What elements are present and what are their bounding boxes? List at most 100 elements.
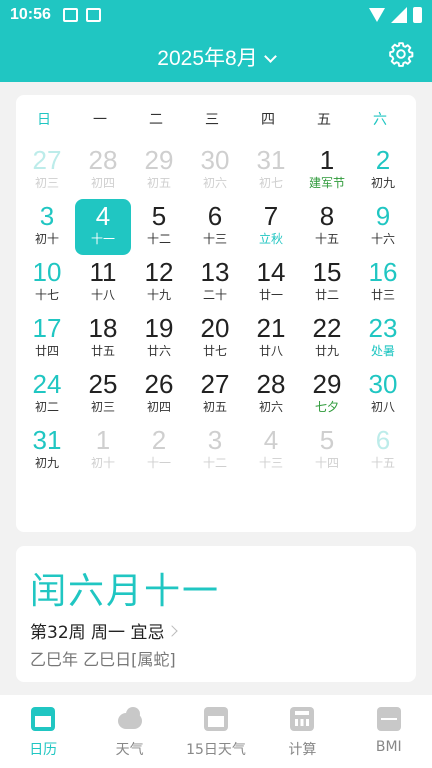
day-number: 13 <box>200 257 230 287</box>
day-number: 21 <box>256 313 286 343</box>
lunar-day: 十七 <box>34 288 59 302</box>
calendar-day[interactable]: 26 初四 <box>131 367 187 423</box>
calendar-day[interactable]: 6 十三 <box>187 199 243 255</box>
calendar-day[interactable]: 2 十一 <box>131 423 187 479</box>
day-number: 30 <box>368 369 398 399</box>
calendar-day[interactable]: 27 初三 <box>19 143 75 199</box>
lunar-day: 初三 <box>90 400 115 414</box>
calendar-day[interactable]: 4 十三 <box>243 423 299 479</box>
lunar-day: 初六 <box>258 400 283 414</box>
calendar-day[interactable]: 7 立秋 <box>243 199 299 255</box>
calendar-day[interactable]: 8 十五 <box>299 199 355 255</box>
day-number: 11 <box>89 257 117 287</box>
calendar-day[interactable]: 20 廿七 <box>187 311 243 367</box>
battery-icon <box>413 7 422 23</box>
lunar-day: 十五 <box>370 456 395 470</box>
day-number: 9 <box>375 201 391 231</box>
calendar-day[interactable]: 28 初六 <box>243 367 299 423</box>
bmi-icon <box>376 707 401 731</box>
day-number: 1 <box>319 145 335 175</box>
weekday-label: 四 <box>261 112 275 128</box>
calendar-day[interactable]: 5 十二 <box>131 199 187 255</box>
lunar-day: 十三 <box>202 232 227 246</box>
lunar-day: 初九 <box>370 176 395 190</box>
calendar-day[interactable]: 14 廿一 <box>243 255 299 311</box>
month-selector[interactable]: 2025年8月 <box>0 42 432 72</box>
lunar-day: 初二 <box>34 400 59 414</box>
lunar-day: 十六 <box>370 232 395 246</box>
lunar-day: 廿七 <box>202 344 227 358</box>
day-number: 31 <box>32 425 62 455</box>
calendar-day[interactable]: 1 建军节 <box>299 143 355 199</box>
lunar-day: 十四 <box>314 456 339 470</box>
day-number: 1 <box>95 425 111 455</box>
day-number: 31 <box>256 145 286 175</box>
day-number: 30 <box>200 145 230 175</box>
day-number: 5 <box>319 425 335 455</box>
calendar-day[interactable]: 25 初三 <box>75 367 131 423</box>
calendar-day[interactable]: 1 初十 <box>75 423 131 479</box>
calendar-day[interactable]: 11 十八 <box>75 255 131 311</box>
calendar-day[interactable]: 12 十九 <box>131 255 187 311</box>
calendar-day[interactable]: 2 初九 <box>355 143 411 199</box>
weekday-label: 二 <box>149 112 163 128</box>
calendar-day[interactable]: 9 十六 <box>355 199 411 255</box>
wifi-icon <box>369 8 385 22</box>
calendar-day[interactable]: 21 廿八 <box>243 311 299 367</box>
weekday-label: 一 <box>93 112 107 128</box>
notification-icons <box>62 8 101 22</box>
lunar-info-card[interactable]: 闰六月十一 第32周 周一 宜忌 乙巳年 乙巳日[属蛇] <box>16 546 416 682</box>
day-number: 16 <box>368 257 398 287</box>
day-number: 20 <box>200 313 230 343</box>
signal-icon <box>391 7 407 23</box>
lunar-day: 初八 <box>370 400 395 414</box>
lunar-day: 廿四 <box>34 344 59 358</box>
calendar-day[interactable]: 17 廿四 <box>19 311 75 367</box>
lunar-day: 廿二 <box>314 288 339 302</box>
nav-item-15day-weather[interactable]: 15日天气 <box>173 695 259 768</box>
calendar-day[interactable]: 31 初九 <box>19 423 75 479</box>
lunar-day: 初四 <box>90 176 115 190</box>
calendar-day[interactable]: 30 初六 <box>187 143 243 199</box>
lunar-day: 十二 <box>202 456 227 470</box>
calendar-day[interactable]: 3 十二 <box>187 423 243 479</box>
day-number: 6 <box>375 425 391 455</box>
calendar-day[interactable]: 19 廿六 <box>131 311 187 367</box>
calendar-day[interactable]: 10 十七 <box>19 255 75 311</box>
lunar-day: 廿三 <box>370 288 395 302</box>
nav-item-calculator[interactable]: 计算 <box>259 695 345 768</box>
nav-label: 15日天气 <box>186 742 246 758</box>
calendar-day[interactable]: 28 初四 <box>75 143 131 199</box>
nav-item-weather[interactable]: 天气 <box>86 695 172 768</box>
weekday-label: 五 <box>317 112 331 128</box>
calendar-day[interactable]: 4 十一 <box>75 199 131 255</box>
calendar-day[interactable]: 3 初十 <box>19 199 75 255</box>
calendar-day[interactable]: 30 初八 <box>355 367 411 423</box>
lunar-day: 廿六 <box>146 344 171 358</box>
image-notification-icon <box>62 8 78 22</box>
calendar-day[interactable]: 24 初二 <box>19 367 75 423</box>
lunar-day: 十八 <box>90 288 115 302</box>
day-number: 12 <box>144 257 174 287</box>
day-number: 8 <box>319 201 335 231</box>
lunar-day: 廿一 <box>258 288 283 302</box>
day-number: 6 <box>207 201 223 231</box>
calendar-day[interactable]: 5 十四 <box>299 423 355 479</box>
calendar-day[interactable]: 27 初五 <box>187 367 243 423</box>
calendar-day[interactable]: 13 二十 <box>187 255 243 311</box>
lunar-day: 十九 <box>146 288 171 302</box>
calendar-day[interactable]: 18 廿五 <box>75 311 131 367</box>
calendar-day[interactable]: 23 处暑 <box>355 311 411 367</box>
calendar-day[interactable]: 29 初五 <box>131 143 187 199</box>
calendar-day[interactable]: 29 七夕 <box>299 367 355 423</box>
lunar-day: 立秋 <box>258 232 283 246</box>
calendar-day[interactable]: 6 十五 <box>355 423 411 479</box>
calendar-day[interactable]: 31 初七 <box>243 143 299 199</box>
calendar-day[interactable]: 16 廿三 <box>355 255 411 311</box>
nav-item-calendar[interactable]: 日历 <box>0 695 86 768</box>
nav-item-bmi[interactable]: BMI <box>346 695 432 768</box>
almanac-link[interactable]: 第32周 周一 宜忌 <box>30 618 179 643</box>
gear-icon[interactable] <box>388 41 414 67</box>
calendar-day[interactable]: 22 廿九 <box>299 311 355 367</box>
calendar-day[interactable]: 15 廿二 <box>299 255 355 311</box>
